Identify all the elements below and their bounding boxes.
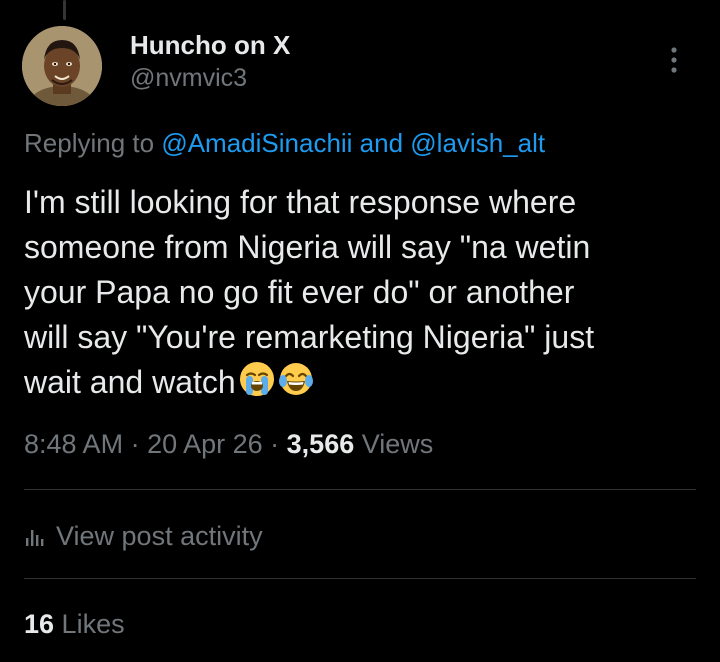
divider <box>24 489 696 490</box>
replying-to: Replying to @AmadiSinachii and @lavish_a… <box>24 126 545 160</box>
view-post-activity-button[interactable]: View post activity <box>24 518 263 554</box>
views-count: 3,566 <box>286 429 355 459</box>
tweet-text-line: your Papa no go fit ever do" or another <box>24 274 575 310</box>
replying-to-conjunction: and <box>352 128 411 158</box>
likes-count: 16 <box>24 609 55 639</box>
author-display-name[interactable]: Huncho on X <box>130 28 290 62</box>
avatar[interactable] <box>22 26 102 106</box>
more-vertical-icon[interactable] <box>664 44 684 76</box>
tweet-text-line: I'm still looking for that response wher… <box>24 184 577 220</box>
tweet-text-last-line: wait and watch <box>24 360 704 405</box>
face-with-tears-of-joy-emoji <box>278 363 313 395</box>
likes-link[interactable]: 16 Likes <box>24 606 125 642</box>
mention-lavish-alt[interactable]: @lavish_alt <box>410 128 545 158</box>
loudly-crying-face-emoji <box>239 362 274 396</box>
bar-chart-icon <box>26 530 44 546</box>
view-post-activity-label: View post activity <box>56 521 263 551</box>
mention-amadisinachii[interactable]: @AmadiSinachii <box>161 128 352 158</box>
divider <box>24 578 696 579</box>
author-names: Huncho on X @nvmvic3 <box>130 28 290 94</box>
thread-connector-line <box>63 0 66 20</box>
likes-label: Likes <box>54 609 125 639</box>
meta-separator: · <box>123 429 148 459</box>
tweet-text-line: wait and watch <box>24 364 236 400</box>
meta-separator: · <box>262 429 287 459</box>
tweet-header: Huncho on X @nvmvic3 <box>22 26 698 106</box>
tweet-date[interactable]: 20 Apr 26 <box>147 429 263 459</box>
tweet-text: I'm still looking for that response wher… <box>24 180 704 405</box>
author-handle[interactable]: @nvmvic3 <box>130 62 290 94</box>
tweet-meta: 8:48 AM · 20 Apr 26 · 3,566 Views <box>24 426 433 462</box>
replying-to-prefix: Replying to <box>24 128 162 158</box>
avatar-portrait-image <box>22 26 102 106</box>
views-label: Views <box>354 429 434 459</box>
tweet-time[interactable]: 8:48 AM <box>24 429 123 459</box>
tweet-text-line: someone from Nigeria will say "na wetin <box>24 229 591 265</box>
tweet-text-line: will say "You're remarketing Nigeria" ju… <box>24 319 595 355</box>
